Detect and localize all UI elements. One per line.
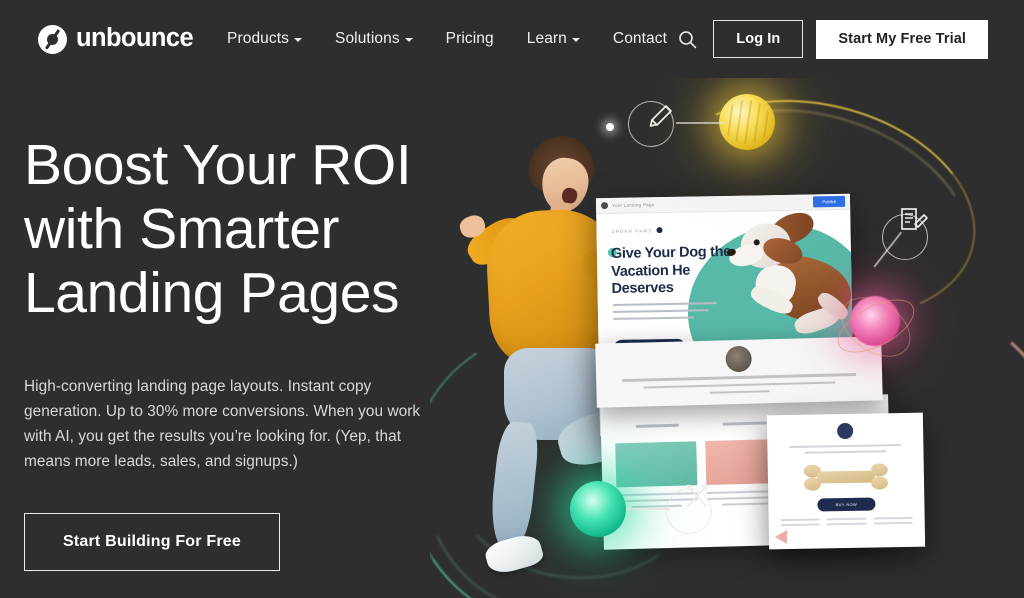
nav-item-pricing[interactable]: Pricing xyxy=(446,24,494,54)
product-feature xyxy=(780,518,821,528)
hero-illustration: Your Landing Page Publish URBAN PAWS Giv… xyxy=(430,78,1024,598)
start-free-trial-button[interactable]: Start My Free Trial xyxy=(816,19,988,59)
chevron-down-icon xyxy=(294,38,302,42)
white-glow-dot xyxy=(606,123,614,131)
product-buy-now-button[interactable]: BUY NOW xyxy=(817,497,876,512)
mockup-brand-dot-icon xyxy=(656,227,663,234)
document-edit-icon xyxy=(882,206,938,262)
brand-name: unbounce xyxy=(76,24,194,53)
orb-connector-line xyxy=(676,122,724,124)
start-building-for-free-button[interactable]: Start Building For Free xyxy=(24,513,280,572)
mockup-product-card: BUY NOW xyxy=(766,412,926,550)
mockup-publish-button[interactable]: Publish xyxy=(813,195,846,208)
nav-item-solutions[interactable]: Solutions xyxy=(335,24,413,54)
nav-item-contact[interactable]: Contact xyxy=(613,24,667,54)
mockup-browser-label: Your Landing Page xyxy=(612,202,655,208)
search-icon[interactable] xyxy=(674,26,700,52)
mockup-editor-toolbar[interactable] xyxy=(878,412,921,414)
mockup-paragraph-placeholder xyxy=(612,302,717,324)
product-feature-row xyxy=(780,516,913,529)
hero-copy-block: Boost Your ROI with Smarter Landing Page… xyxy=(24,133,476,572)
ab-test-arrows-icon xyxy=(666,480,724,538)
orb-connector-line xyxy=(626,508,670,510)
nav-item-contact-label: Contact xyxy=(612,30,668,47)
nav-item-pricing-label: Pricing xyxy=(445,30,494,47)
yellow-glowing-orb xyxy=(719,94,775,150)
brand-logo[interactable]: unbounce xyxy=(38,24,194,54)
mockup-eyebrow: URBAN PAWS xyxy=(611,227,663,234)
testimonial-text-placeholder xyxy=(622,372,857,401)
product-feature xyxy=(826,517,867,528)
nav-links: Products Solutions Pricing Learn Contact xyxy=(227,24,667,54)
testimonial-avatar xyxy=(725,345,752,373)
nav-item-products[interactable]: Products xyxy=(227,24,302,54)
green-glowing-orb xyxy=(570,481,626,537)
mockup-heading-services xyxy=(618,413,696,433)
pencil-edit-icon xyxy=(628,98,680,150)
hero-headline: Boost Your ROI with Smarter Landing Page… xyxy=(24,133,412,325)
chevron-down-icon xyxy=(404,38,413,42)
login-button[interactable]: Log In xyxy=(713,20,804,58)
nav-item-products-label: Products xyxy=(227,30,289,47)
product-feature xyxy=(873,516,913,527)
product-card-text-placeholder xyxy=(789,444,902,458)
nav-actions: Log In Start My Free Trial xyxy=(674,19,988,59)
product-card-logo-icon xyxy=(836,422,854,440)
hero-subcopy: High-converting landing page layouts. In… xyxy=(24,378,421,471)
mockup-eyebrow-text: URBAN PAWS xyxy=(611,227,653,234)
top-navigation-bar: unbounce Products Solutions Pricing Lear… xyxy=(0,0,1024,78)
nav-item-learn-label: Learn xyxy=(526,30,567,47)
dog-eye xyxy=(753,239,760,246)
woman-left-sneaker xyxy=(482,530,546,578)
nav-item-learn[interactable]: Learn xyxy=(527,24,580,54)
chevron-down-icon xyxy=(571,38,580,42)
pink-triangle-accent xyxy=(775,530,787,544)
nav-item-solutions-label: Solutions xyxy=(335,30,400,47)
dog-bone-icon xyxy=(803,463,889,491)
woman-left-leg xyxy=(487,420,541,552)
mockup-page-icon xyxy=(601,202,609,210)
unbounce-circle-slash-logo-icon xyxy=(38,24,67,54)
